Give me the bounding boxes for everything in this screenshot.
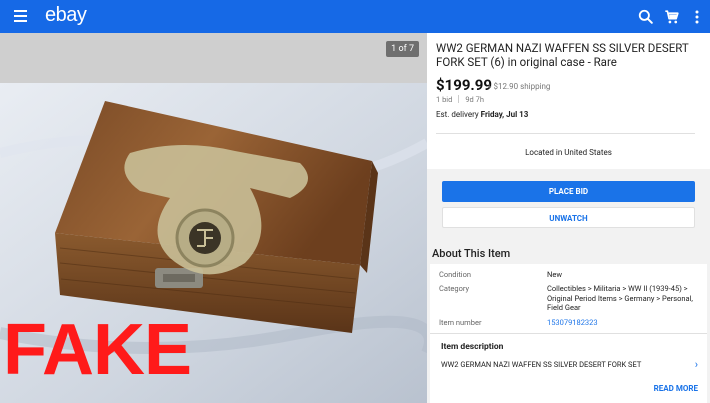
item-description-row[interactable]: WW2 GERMAN NAZI WAFFEN SS SILVER DESERT … bbox=[441, 358, 698, 371]
price: $199.99 bbox=[436, 76, 492, 94]
item-location: Located in United States bbox=[525, 148, 612, 157]
read-more-link[interactable]: READ MORE bbox=[654, 384, 698, 393]
action-area: PLACE BID UNWATCH About This Item bbox=[427, 169, 710, 273]
divider bbox=[430, 332, 707, 334]
menu-icon[interactable] bbox=[14, 10, 27, 22]
bid-count: 1 bid bbox=[436, 95, 453, 104]
condition-label: Condition bbox=[439, 270, 472, 279]
about-heading: About This Item bbox=[432, 247, 511, 260]
chevron-right-icon[interactable]: › bbox=[695, 358, 698, 371]
search-icon[interactable] bbox=[636, 7, 656, 27]
item-description-text: WW2 GERMAN NAZI WAFFEN SS SILVER DESERT … bbox=[441, 359, 642, 369]
item-photo[interactable]: 1 of 7 FAKE bbox=[0, 33, 427, 403]
place-bid-button[interactable]: PLACE BID bbox=[442, 181, 695, 202]
category-value: Collectibles > Militaria > WW II (1939-4… bbox=[547, 284, 693, 313]
item-number-label: Item number bbox=[439, 317, 482, 327]
ebay-logo[interactable]: ebay bbox=[45, 4, 87, 27]
divider bbox=[458, 95, 460, 103]
estimated-delivery: Est. delivery Friday, Jul 13 bbox=[436, 110, 528, 119]
photo-counter: 1 of 7 bbox=[386, 41, 419, 57]
time-left: 9d 7h bbox=[465, 95, 484, 104]
item-number-link[interactable]: 153079182323 bbox=[547, 318, 698, 327]
category-row: Category Collectibles > Militaria > WW I… bbox=[439, 284, 698, 312]
top-app-bar: ebay bbox=[0, 0, 710, 33]
category-label: Category bbox=[439, 284, 470, 294]
fake-overlay-label: FAKE bbox=[3, 310, 192, 390]
condition-value: New bbox=[547, 270, 562, 279]
delivery-date: Friday, Jul 13 bbox=[480, 110, 529, 119]
delivery-prefix: Est. delivery bbox=[436, 110, 481, 119]
bid-info: 1 bid 9d 7h bbox=[436, 95, 484, 104]
listing-panel: WW2 GERMAN NAZI WAFFEN SS SILVER DESERT … bbox=[427, 33, 710, 403]
divider bbox=[436, 133, 695, 134]
cart-icon[interactable] bbox=[662, 7, 682, 27]
item-description-heading: Item description bbox=[441, 341, 504, 352]
condition-row: Condition New bbox=[439, 270, 698, 279]
more-vert-icon[interactable] bbox=[687, 7, 707, 27]
listing-title: WW2 GERMAN NAZI WAFFEN SS SILVER DESERT … bbox=[436, 41, 689, 70]
unwatch-button[interactable]: UNWATCH bbox=[442, 207, 695, 228]
item-number-row: Item number 153079182323 bbox=[439, 318, 698, 327]
item-details-card: Condition New Category Collectibles > Mi… bbox=[430, 264, 707, 403]
shipping-cost: + $12.90 shipping bbox=[487, 82, 551, 91]
listing-summary: WW2 GERMAN NAZI WAFFEN SS SILVER DESERT … bbox=[427, 33, 710, 169]
